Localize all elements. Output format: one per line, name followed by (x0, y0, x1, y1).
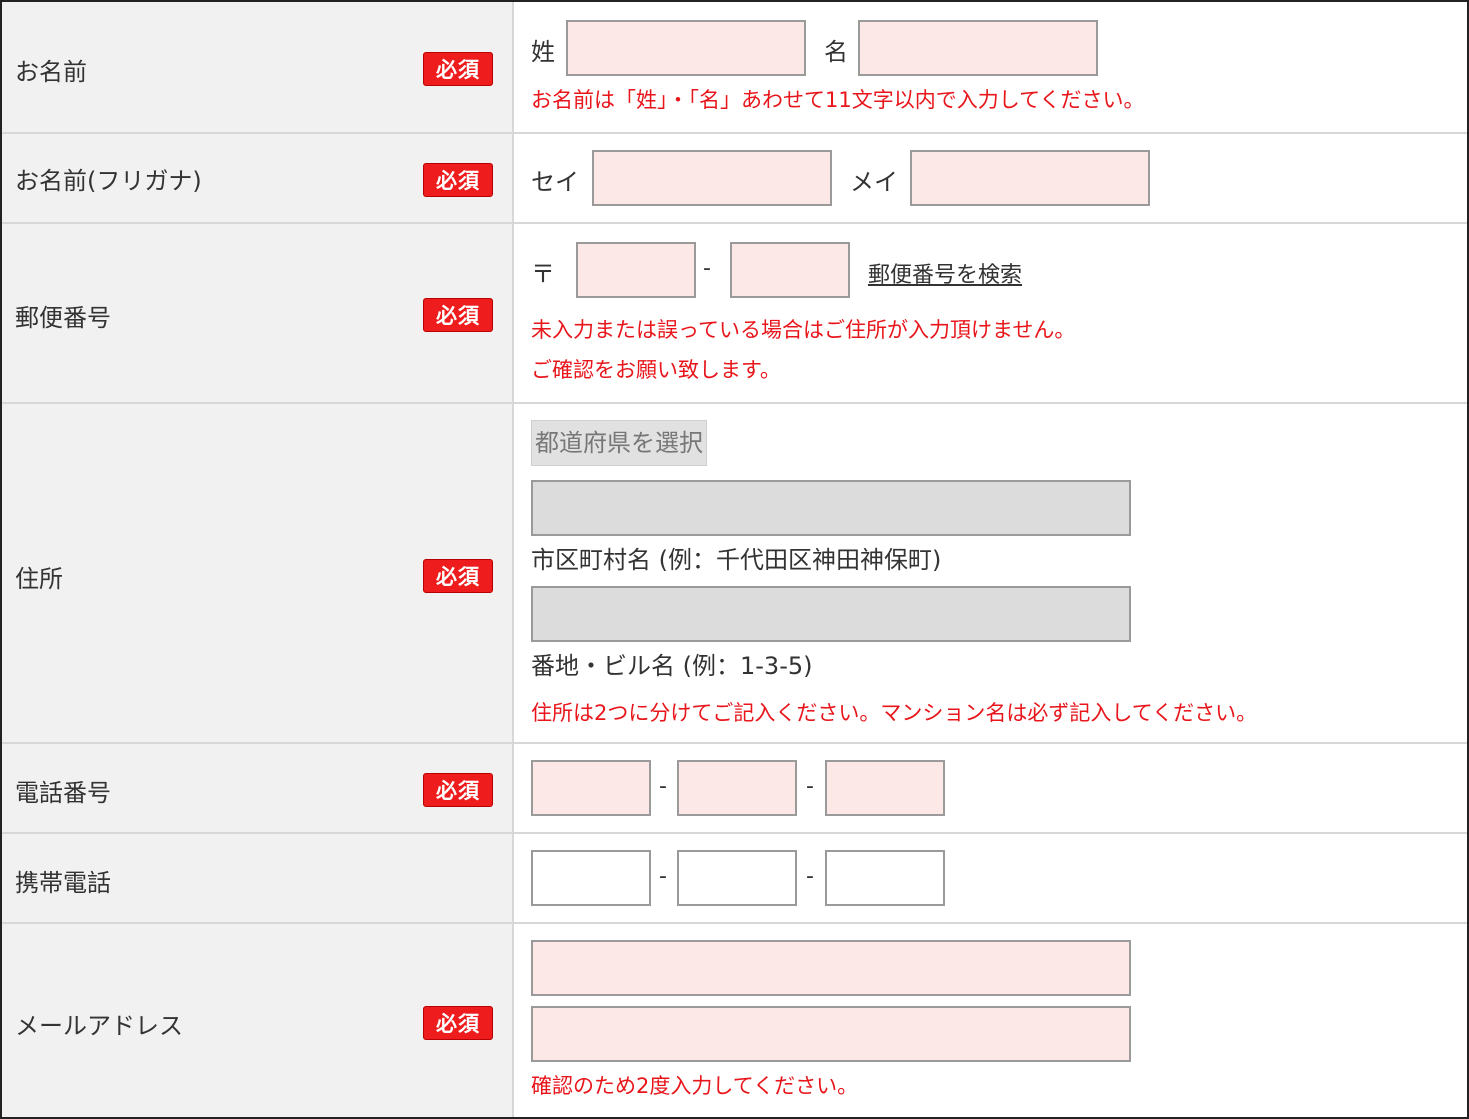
postal-dash: - (703, 256, 711, 281)
row-address: 住所 必須 都道府県を選択 市区町村名 (例：千代田区神田神保町) 番地・ビル名… (2, 404, 1467, 744)
postal-note-1: 未入力または誤っている場合はご住所が入力頂けません。 (531, 318, 1076, 342)
name-note: お名前は「姓」・「名」あわせて11文字以内で入力してください。 (531, 88, 1145, 112)
mobile-part1-input[interactable] (531, 850, 651, 906)
registration-form: お名前 必須 姓 名 お名前は「姓」・「名」あわせて11文字以内で入力してくださ… (0, 0, 1469, 1119)
mobile-part2-input[interactable] (677, 850, 797, 906)
kana-label: お名前(フリガナ) (15, 167, 202, 195)
label-cell-mobile: 携帯電話 (2, 834, 514, 922)
city-input[interactable] (531, 480, 1131, 536)
sei-label: 姓 (531, 38, 555, 66)
row-mobile: 携帯電話 - - (2, 834, 1467, 924)
first-name-kana-input[interactable] (910, 150, 1150, 206)
required-badge: 必須 (423, 52, 493, 86)
street-hint: 番地・ビル名 (例：1-3-5) (531, 652, 813, 680)
name-label: お名前 (15, 58, 87, 86)
street-input[interactable] (531, 586, 1131, 642)
label-cell-name: お名前 必須 (2, 2, 514, 132)
row-postal: 郵便番号 必須 〒 - 郵便番号を検索 未入力または誤っている場合はご住所が入力… (2, 224, 1467, 404)
mobile-part3-input[interactable] (825, 850, 945, 906)
postal-mark: 〒 (531, 260, 555, 288)
content-cell-kana: セイ メイ (514, 134, 1467, 222)
phone-dash-2: - (806, 774, 814, 799)
label-cell-phone: 電話番号 必須 (2, 744, 514, 832)
required-badge: 必須 (423, 1006, 493, 1040)
row-phone: 電話番号 必須 - - (2, 744, 1467, 834)
label-cell-email: メールアドレス 必須 (2, 924, 514, 1117)
first-name-input[interactable] (858, 20, 1098, 76)
row-kana: お名前(フリガナ) 必須 セイ メイ (2, 134, 1467, 224)
required-badge: 必須 (423, 163, 493, 197)
sei-kana-label: セイ (531, 168, 579, 196)
postal-note-2: ご確認をお願い致します。 (531, 358, 781, 382)
postal-label: 郵便番号 (15, 304, 111, 332)
email-confirm-input[interactable] (531, 1006, 1131, 1062)
city-hint: 市区町村名 (例：千代田区神田神保町) (531, 546, 942, 574)
content-cell-address: 都道府県を選択 市区町村名 (例：千代田区神田神保町) 番地・ビル名 (例：1-… (514, 404, 1467, 742)
content-cell-postal: 〒 - 郵便番号を検索 未入力または誤っている場合はご住所が入力頂けません。 ご… (514, 224, 1467, 402)
address-label: 住所 (15, 565, 63, 593)
postal-search-link[interactable]: 郵便番号を検索 (868, 257, 1022, 289)
phone-part1-input[interactable] (531, 760, 651, 816)
mei-kana-label: メイ (850, 168, 898, 196)
phone-dash-1: - (659, 774, 667, 799)
content-cell-name: 姓 名 お名前は「姓」・「名」あわせて11文字以内で入力してください。 (514, 2, 1467, 132)
phone-part3-input[interactable] (825, 760, 945, 816)
row-email: メールアドレス 必須 確認のため2度入力してください。 (2, 924, 1467, 1117)
postal-code-part1-input[interactable] (576, 242, 696, 298)
content-cell-email: 確認のため2度入力してください。 (514, 924, 1467, 1117)
address-note: 住所は2つに分けてご記入ください。マンション名は必ず記入してください。 (531, 701, 1258, 725)
last-name-input[interactable] (566, 20, 806, 76)
last-name-kana-input[interactable] (592, 150, 832, 206)
row-name: お名前 必須 姓 名 お名前は「姓」・「名」あわせて11文字以内で入力してくださ… (2, 2, 1467, 134)
label-cell-kana: お名前(フリガナ) 必須 (2, 134, 514, 222)
content-cell-mobile: - - (514, 834, 1467, 922)
required-badge: 必須 (423, 559, 493, 593)
email-input[interactable] (531, 940, 1131, 996)
required-badge: 必須 (423, 773, 493, 807)
mobile-label: 携帯電話 (15, 869, 111, 897)
prefecture-select[interactable]: 都道府県を選択 (531, 420, 707, 466)
label-cell-postal: 郵便番号 必須 (2, 224, 514, 402)
mobile-dash-1: - (659, 864, 667, 889)
postal-code-part2-input[interactable] (730, 242, 850, 298)
content-cell-phone: - - (514, 744, 1467, 832)
mei-label: 名 (824, 38, 848, 66)
email-label: メールアドレス (15, 1012, 183, 1040)
phone-label: 電話番号 (15, 779, 111, 807)
email-note: 確認のため2度入力してください。 (531, 1074, 859, 1098)
label-cell-address: 住所 必須 (2, 404, 514, 742)
mobile-dash-2: - (806, 864, 814, 889)
phone-part2-input[interactable] (677, 760, 797, 816)
required-badge: 必須 (423, 298, 493, 332)
